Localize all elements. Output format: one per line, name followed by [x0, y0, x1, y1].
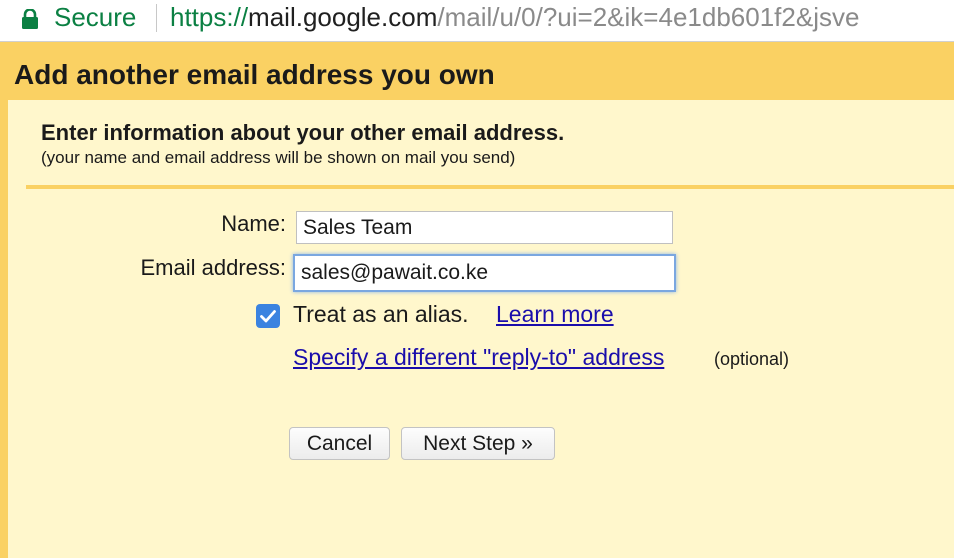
- name-input[interactable]: [296, 211, 673, 244]
- reply-to-link[interactable]: Specify a different "reply-to" address: [293, 343, 664, 371]
- section-subheading: (your name and email address will be sho…: [41, 148, 516, 167]
- url-protocol: https://: [170, 2, 249, 32]
- section-divider: [26, 185, 954, 189]
- dialog-title: Add another email address you own: [14, 59, 495, 90]
- dialog-title-bar: Add another email address you own: [0, 42, 954, 100]
- email-input[interactable]: [293, 254, 676, 292]
- cancel-button[interactable]: Cancel: [289, 427, 390, 460]
- dialog-page: Add another email address you own Enter …: [0, 42, 954, 558]
- browser-address-bar[interactable]: Secure https://mail.google.com/mail/u/0/…: [0, 0, 954, 42]
- secure-label: Secure: [54, 2, 137, 32]
- url-path: /mail/u/0/?ui=2&ik=4e1db601f2&jsve: [437, 2, 860, 32]
- checkmark-icon: [260, 310, 276, 323]
- url-text[interactable]: https://mail.google.com/mail/u/0/?ui=2&i…: [170, 1, 859, 33]
- section-heading: Enter information about your other email…: [41, 120, 565, 145]
- next-step-button[interactable]: Next Step »: [401, 427, 555, 460]
- alias-label: Treat as an alias.: [293, 301, 469, 327]
- learn-more-link[interactable]: Learn more: [496, 300, 614, 328]
- address-separator: [156, 4, 157, 32]
- email-label: Email address:: [140, 255, 286, 280]
- optional-label: (optional): [714, 349, 790, 369]
- lock-icon: [22, 9, 38, 29]
- name-label: Name:: [221, 211, 286, 236]
- url-host: mail.google.com: [248, 2, 438, 32]
- dialog-panel: Enter information about your other email…: [8, 100, 954, 558]
- alias-checkbox[interactable]: [256, 304, 280, 328]
